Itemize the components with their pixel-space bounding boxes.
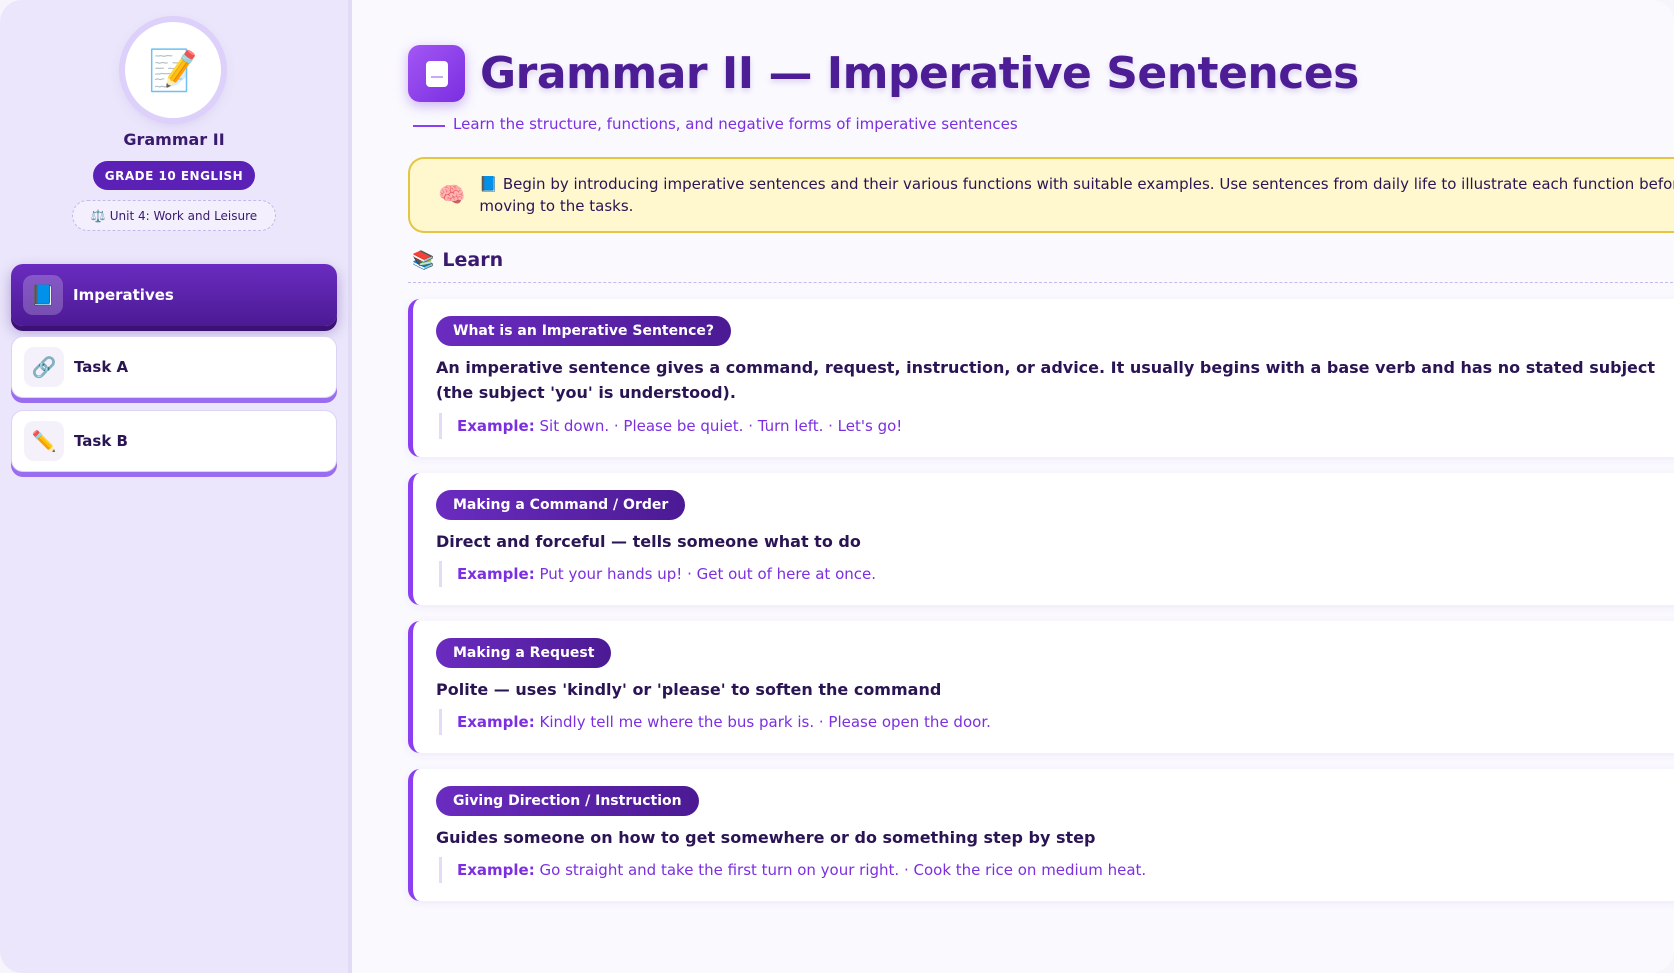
card-example: Example: Put your hands up! · Get out of… [439,561,876,587]
sidebar-item-task-b[interactable]: ✏️ Task B [11,410,337,472]
example-label: Example: [457,417,535,435]
card-description: An imperative sentence gives a command, … [436,358,1656,402]
example-text: Put your hands up! · Get out of here at … [539,565,877,583]
example-label: Example: [457,713,535,731]
card-tag: What is an Imperative Sentence? [436,316,731,346]
card-description: Guides someone on how to get somewhere o… [436,828,1096,847]
card-description: Polite — uses 'kindly' or 'please' to so… [436,680,942,699]
sidebar-item-task-a[interactable]: 🔗 Task A [11,336,337,398]
example-text: Kindly tell me where the bus park is. · … [539,713,991,731]
sidebar-item-label: Imperatives [73,286,174,304]
section-heading: 📚 Learn [412,249,503,271]
unit-label: Unit 4: Work and Leisure [109,208,258,223]
example-text: Sit down. · Please be quiet. · Turn left… [539,417,903,435]
scale-icon: ⚖️ [90,208,106,223]
sidebar-item-imperatives[interactable]: 📘 Imperatives [11,264,337,326]
card-description: Direct and forceful — tells someone what… [436,532,861,551]
link-icon: 🔗 [24,347,64,387]
example-label: Example: [457,565,535,583]
card-example: Example: Go straight and take the first … [439,857,1146,883]
book-icon: 📘 [23,275,63,315]
card-example: Example: Sit down. · Please be quiet. · … [439,413,902,439]
pencil-icon: ✏️ [24,421,64,461]
section-label: Learn [442,249,504,271]
sidebar-item-label: Task A [74,358,129,376]
main-content: Grammar II — Imperative Sentences Learn … [356,0,1674,973]
example-text: Go straight and take the first turn on y… [539,861,1147,879]
grade-badge: GRADE 10 ENGLISH [93,161,255,190]
lesson-card: What is an Imperative Sentence? An imper… [408,299,1674,457]
unit-pill: ⚖️ Unit 4: Work and Leisure [72,200,276,231]
tip-text: 📘 Begin by introducing imperative senten… [479,175,1674,215]
card-tag: Giving Direction / Instruction [436,786,699,816]
memo-icon: 📝 [148,47,198,94]
card-tag: Making a Request [436,638,612,668]
divider [408,282,1674,283]
app-title: Grammar II [123,130,225,149]
brain-icon: 🧠 [438,182,466,208]
page-subtitle: Learn the structure, functions, and nega… [453,115,1018,133]
avatar: 📝 [125,22,221,118]
lesson-card: Making a Command / Order Direct and forc… [408,473,1674,605]
sidebar-item-label: Task B [74,432,128,450]
teacher-tip-box: 🧠 📘 Begin by introducing imperative sent… [408,157,1674,233]
page-title: Grammar II — Imperative Sentences [480,48,1359,99]
example-label: Example: [457,861,535,879]
sidebar: 📝 Grammar II GRADE 10 ENGLISH ⚖️ Unit 4:… [0,0,352,973]
lesson-card: Making a Request Polite — uses 'kindly' … [408,621,1674,753]
document-icon [408,45,465,102]
card-example: Example: Kindly tell me where the bus pa… [439,709,991,735]
books-icon: 📚 [412,249,435,271]
app-frame: 📝 Grammar II GRADE 10 ENGLISH ⚖️ Unit 4:… [0,0,1674,973]
subtitle-accent-line [413,125,445,127]
lesson-card: Giving Direction / Instruction Guides so… [408,769,1674,901]
card-tag: Making a Command / Order [436,490,686,520]
